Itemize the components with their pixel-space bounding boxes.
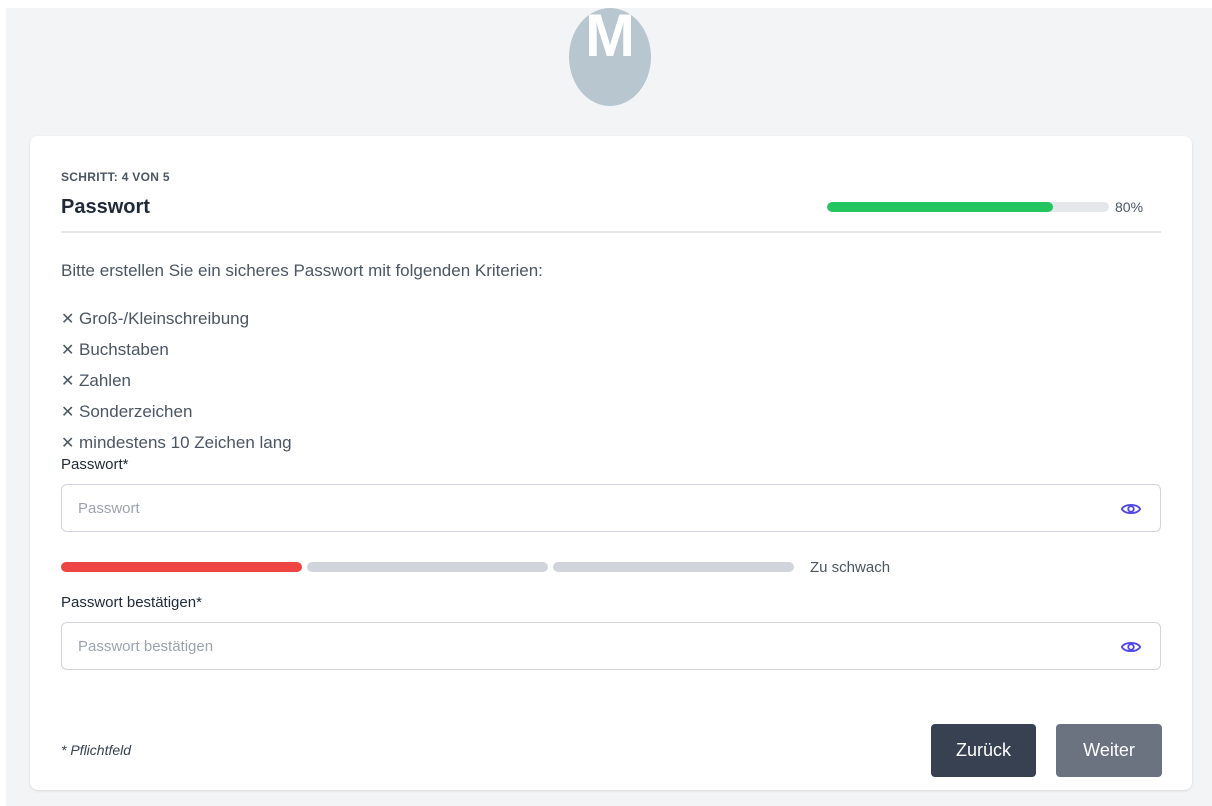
logo: M xyxy=(569,8,651,106)
password-field xyxy=(61,484,1161,532)
strength-label: Zu schwach xyxy=(810,559,891,576)
criteria-item: ✕ mindestens 10 Zeichen lang xyxy=(61,427,292,458)
page-title: Passwort xyxy=(61,196,150,218)
criteria-text: mindestens 10 Zeichen lang xyxy=(79,432,292,452)
criteria-item: ✕ Buchstaben xyxy=(61,334,292,365)
confirm-password-field xyxy=(61,622,1161,670)
criteria-item: ✕ Sonderzeichen xyxy=(61,396,292,427)
registration-card: SCHRITT: 4 VON 5 Passwort 80% Bitte erst… xyxy=(30,136,1192,790)
criteria-text: Groß-/Kleinschreibung xyxy=(79,308,250,328)
progress-bar-fill xyxy=(827,202,1053,212)
criteria-intro: Bitte erstellen Sie ein sicheres Passwor… xyxy=(61,261,543,280)
strength-segment xyxy=(61,562,302,572)
criteria-item: ✕ Groß-/Kleinschreibung xyxy=(61,303,292,334)
eye-icon[interactable] xyxy=(1120,498,1142,520)
eye-icon[interactable] xyxy=(1120,636,1142,658)
criteria-list: ✕ Groß-/Kleinschreibung ✕ Buchstaben ✕ Zahl… xyxy=(61,303,292,458)
step-indicator: SCHRITT: 4 VON 5 xyxy=(61,170,170,184)
required-field-note: * Pflichtfeld xyxy=(61,742,132,758)
cross-icon: ✕ xyxy=(61,372,75,390)
cross-icon: ✕ xyxy=(61,434,75,452)
cross-icon: ✕ xyxy=(61,403,75,421)
progress-percent: 80% xyxy=(1115,199,1144,215)
strength-segment xyxy=(307,562,548,572)
page-background: M SCHRITT: 4 VON 5 Passwort 80% Bitte er… xyxy=(6,8,1212,806)
header-divider xyxy=(61,231,1161,233)
cross-icon: ✕ xyxy=(61,310,75,328)
logo-letter: M xyxy=(585,8,635,69)
confirm-password-input[interactable] xyxy=(62,623,1160,669)
next-button[interactable]: Weiter xyxy=(1056,724,1162,777)
criteria-text: Sonderzeichen xyxy=(79,401,193,421)
strength-segment xyxy=(553,562,794,572)
criteria-item: ✕ Zahlen xyxy=(61,365,292,396)
back-button[interactable]: Zurück xyxy=(931,724,1036,777)
confirm-password-label: Passwort bestätigen* xyxy=(61,594,202,611)
cross-icon: ✕ xyxy=(61,341,75,359)
password-input[interactable] xyxy=(62,485,1160,531)
password-label: Passwort* xyxy=(61,456,129,473)
progress-bar xyxy=(827,202,1109,212)
criteria-text: Buchstaben xyxy=(79,339,169,359)
criteria-text: Zahlen xyxy=(79,370,131,390)
